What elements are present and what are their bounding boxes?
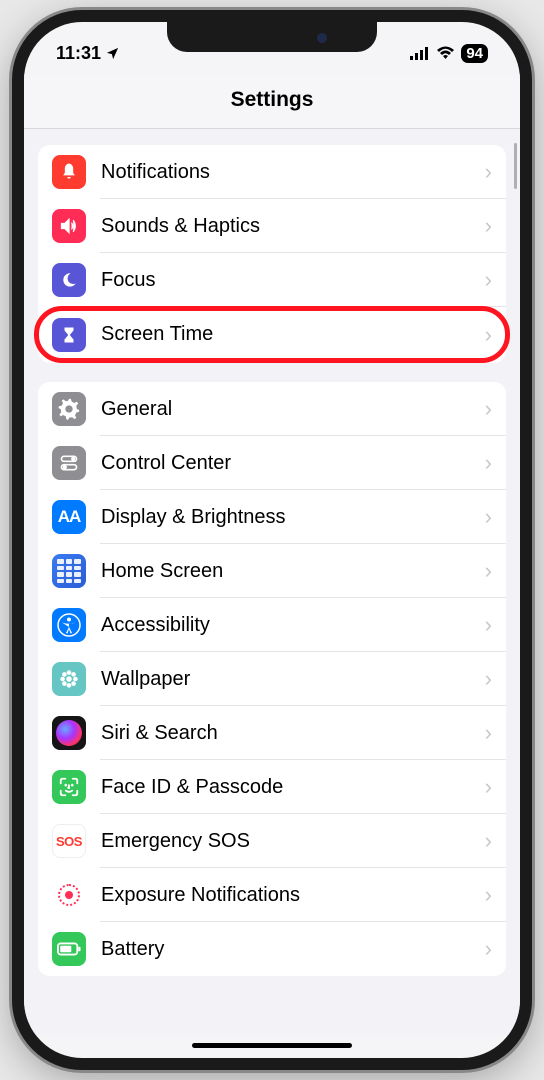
row-label: Notifications — [101, 161, 485, 184]
row-label: Display & Brightness — [101, 506, 485, 529]
battery-badge: 94 — [461, 44, 488, 63]
row-label: General — [101, 398, 485, 421]
settings-row-accessibility[interactable]: Accessibility› — [38, 598, 506, 652]
wifi-icon — [436, 46, 455, 60]
settings-row-general[interactable]: General› — [38, 382, 506, 436]
chevron-right-icon: › — [485, 450, 492, 476]
row-label: Face ID & Passcode — [101, 776, 485, 799]
row-label: Home Screen — [101, 560, 485, 583]
row-label: Exposure Notifications — [101, 884, 485, 907]
settings-row-battery[interactable]: Battery› — [38, 922, 506, 976]
row-label: Control Center — [101, 452, 485, 475]
bell-icon — [52, 155, 86, 189]
phone-notch — [167, 22, 377, 52]
settings-row-notifications[interactable]: Notifications› — [38, 145, 506, 199]
siri-icon — [52, 716, 86, 750]
hourglass-icon — [52, 318, 86, 352]
accessibility-icon — [52, 608, 86, 642]
row-label: Siri & Search — [101, 722, 485, 745]
sos-icon: SOS — [52, 824, 86, 858]
phone-frame: 11:31 94 Settings Notifications›Sounds &… — [12, 10, 532, 1070]
settings-row-home-screen[interactable]: Home Screen› — [38, 544, 506, 598]
settings-row-display-brightness[interactable]: AA Display & Brightness› — [38, 490, 506, 544]
row-label: Wallpaper — [101, 668, 485, 691]
status-left: 11:31 — [56, 43, 120, 64]
settings-row-siri-search[interactable]: Siri & Search› — [38, 706, 506, 760]
battery-icon — [52, 932, 86, 966]
settings-header: Settings — [24, 74, 520, 129]
chevron-right-icon: › — [485, 720, 492, 746]
settings-row-control-center[interactable]: Control Center› — [38, 436, 506, 490]
chevron-right-icon: › — [485, 396, 492, 422]
settings-row-exposure-notifications[interactable]: Exposure Notifications› — [38, 868, 506, 922]
settings-row-emergency-sos[interactable]: SOS Emergency SOS› — [38, 814, 506, 868]
toggles-icon — [52, 446, 86, 480]
row-label: Sounds & Haptics — [101, 215, 485, 238]
chevron-right-icon: › — [485, 558, 492, 584]
speaker-icon — [52, 209, 86, 243]
row-label: Accessibility — [101, 614, 485, 637]
settings-row-face-id-passcode[interactable]: Face ID & Passcode› — [38, 760, 506, 814]
chevron-right-icon: › — [485, 828, 492, 854]
chevron-right-icon: › — [485, 267, 492, 293]
settings-group: General›Control Center›AADisplay & Brigh… — [38, 382, 506, 976]
gear-icon — [52, 392, 86, 426]
chevron-right-icon: › — [485, 936, 492, 962]
chevron-right-icon: › — [485, 322, 492, 348]
status-right: 94 — [410, 44, 488, 63]
row-label: Battery — [101, 938, 485, 961]
home-indicator[interactable] — [192, 1043, 352, 1048]
settings-row-wallpaper[interactable]: Wallpaper› — [38, 652, 506, 706]
settings-group: Notifications›Sounds & Haptics›Focus›Scr… — [38, 145, 506, 363]
exposure-icon — [52, 878, 86, 912]
status-time: 11:31 — [56, 43, 101, 64]
cellular-icon — [410, 47, 430, 60]
chevron-right-icon: › — [485, 666, 492, 692]
chevron-right-icon: › — [485, 159, 492, 185]
chevron-right-icon: › — [485, 213, 492, 239]
chevron-right-icon: › — [485, 882, 492, 908]
location-arrow-icon — [105, 46, 120, 61]
chevron-right-icon: › — [485, 612, 492, 638]
settings-content[interactable]: Notifications›Sounds & Haptics›Focus›Scr… — [24, 129, 520, 1035]
settings-row-sounds-haptics[interactable]: Sounds & Haptics› — [38, 199, 506, 253]
page-title: Settings — [24, 88, 520, 112]
settings-row-screen-time[interactable]: Screen Time› — [34, 306, 510, 363]
row-label: Emergency SOS — [101, 830, 485, 853]
chevron-right-icon: › — [485, 504, 492, 530]
flower-icon — [52, 662, 86, 696]
row-label: Screen Time — [101, 323, 485, 346]
aa-icon: AA — [52, 500, 86, 534]
scroll-indicator[interactable] — [514, 143, 517, 189]
row-label: Focus — [101, 269, 485, 292]
home-grid-icon — [52, 554, 86, 588]
chevron-right-icon: › — [485, 774, 492, 800]
faceid-icon — [52, 770, 86, 804]
settings-row-focus[interactable]: Focus› — [38, 253, 506, 307]
moon-icon — [52, 263, 86, 297]
